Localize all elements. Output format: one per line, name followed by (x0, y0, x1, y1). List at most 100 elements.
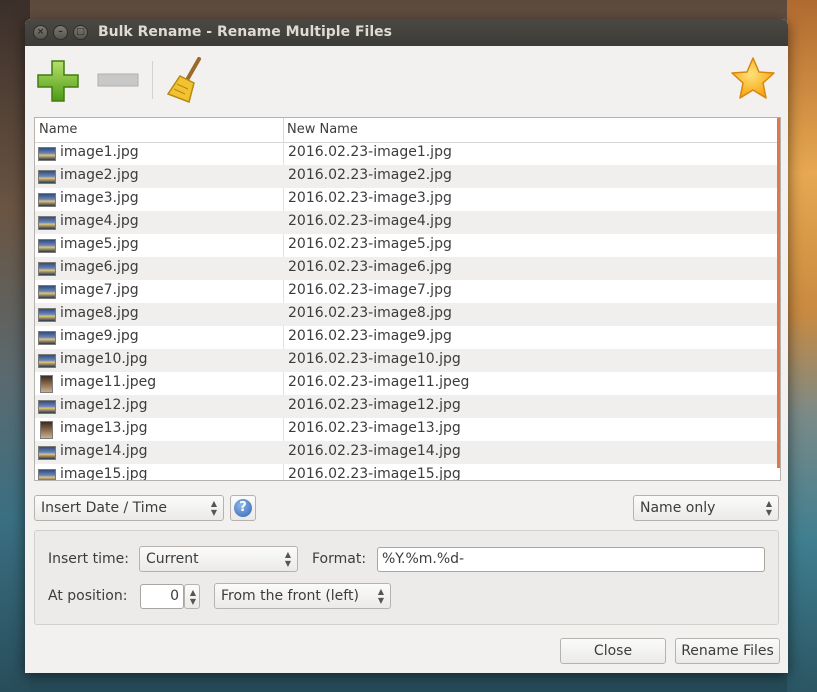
window-close-button[interactable]: × (33, 25, 48, 40)
new-file-name: 2016.02.23-image2.jpg (288, 167, 452, 183)
new-file-name: 2016.02.23-image14.jpg (288, 443, 461, 459)
file-name: image1.jpg (60, 144, 139, 160)
plus-icon[interactable] (37, 60, 79, 102)
table-row[interactable]: image5.jpg 2016.02.23-image5.jpg (35, 234, 777, 257)
updown-arrows-icon: ▲▼ (190, 588, 196, 606)
insert-time-value: Current (146, 551, 199, 567)
list-scrollbar[interactable] (777, 118, 780, 468)
table-row[interactable]: image13.jpg 2016.02.23-image13.jpg (35, 418, 777, 441)
table-row[interactable]: image14.jpg 2016.02.23-image14.jpg (35, 441, 777, 464)
format-label: Format: (312, 551, 366, 567)
new-file-name: 2016.02.23-image5.jpg (288, 236, 452, 252)
file-name: image7.jpg (60, 282, 139, 298)
list-header: Name New Name (35, 118, 777, 143)
close-button[interactable]: Close (560, 638, 666, 664)
insert-time-select[interactable]: Current ▲▼ (139, 546, 298, 572)
file-name: image5.jpg (60, 236, 139, 252)
table-row[interactable]: image3.jpg 2016.02.23-image3.jpg (35, 188, 777, 211)
image-thumbnail-icon (38, 308, 56, 322)
new-file-name: 2016.02.23-image15.jpg (288, 466, 461, 481)
rename-mode-value: Insert Date / Time (41, 500, 167, 516)
toolbar-separator (152, 61, 153, 99)
updown-arrows-icon: ▲▼ (211, 499, 217, 517)
table-row[interactable]: image12.jpg 2016.02.23-image12.jpg (35, 395, 777, 418)
image-thumbnail-icon (38, 147, 56, 161)
file-name: image13.jpg (60, 420, 148, 436)
window-title: Bulk Rename - Rename Multiple Files (98, 24, 392, 40)
window-maximize-button[interactable]: □ (73, 25, 88, 40)
table-row[interactable]: image1.jpg 2016.02.23-image1.jpg (35, 142, 777, 165)
new-file-name: 2016.02.23-image10.jpg (288, 351, 461, 367)
image-thumbnail-icon (38, 446, 56, 460)
format-input[interactable]: %Y.%m.%d- (377, 547, 765, 572)
image-thumbnail-icon (38, 170, 56, 184)
new-file-name: 2016.02.23-image8.jpg (288, 305, 452, 321)
rename-mode-select[interactable]: Insert Date / Time ▲▼ (34, 495, 224, 521)
options-panel: Insert time: Current ▲▼ Format: %Y.%m.%d… (34, 530, 779, 625)
image-thumbnail-icon (38, 354, 56, 368)
table-row[interactable]: image8.jpg 2016.02.23-image8.jpg (35, 303, 777, 326)
position-spin-input[interactable]: 0 (140, 584, 184, 609)
rename-files-button[interactable]: Rename Files (675, 638, 780, 664)
table-row[interactable]: image15.jpg2016.02.23-image15.jpg (35, 464, 777, 481)
new-file-name: 2016.02.23-image4.jpg (288, 213, 452, 229)
image-thumbnail-icon (38, 239, 56, 253)
image-thumbnail-icon (38, 469, 56, 481)
new-file-name: 2016.02.23-image13.jpg (288, 420, 461, 436)
new-file-name: 2016.02.23-image7.jpg (288, 282, 452, 298)
column-header-new-name[interactable]: New Name (287, 122, 358, 137)
scope-select[interactable]: Name only ▲▼ (633, 495, 779, 521)
image-thumbnail-icon (38, 193, 56, 207)
column-header-name[interactable]: Name (39, 122, 77, 137)
file-name: image6.jpg (60, 259, 139, 275)
minus-icon[interactable] (97, 71, 139, 89)
image-thumbnail-icon (38, 285, 56, 299)
updown-arrows-icon: ▲▼ (378, 587, 384, 605)
list-rows: image1.jpg 2016.02.23-image1.jpg image2.j… (35, 142, 777, 481)
file-list[interactable]: Name New Name image1.jpg 2016.02.23-image… (34, 117, 781, 481)
new-file-name: 2016.02.23-image6.jpg (288, 259, 452, 275)
new-file-name: 2016.02.23-image9.jpg (288, 328, 452, 344)
updown-arrows-icon: ▲▼ (285, 550, 291, 568)
image-thumbnail-icon (38, 331, 56, 345)
new-file-name: 2016.02.23-image11.jpeg (288, 374, 469, 390)
new-file-name: 2016.02.23-image1.jpg (288, 144, 452, 160)
column-divider (283, 118, 284, 142)
position-mode-value: From the front (left) (221, 588, 359, 604)
help-button[interactable]: ? (230, 495, 256, 521)
table-row[interactable]: image6.jpg 2016.02.23-image6.jpg (35, 257, 777, 280)
table-row[interactable]: image10.jpg2016.02.23-image10.jpg (35, 349, 777, 372)
table-row[interactable]: image4.jpg2016.02.23-image4.jpg (35, 211, 777, 234)
table-row[interactable]: image2.jpg 2016.02.23-image2.jpg (35, 165, 777, 188)
position-mode-select[interactable]: From the front (left) ▲▼ (214, 583, 391, 609)
file-name: image9.jpg (60, 328, 139, 344)
position-label: At position: (48, 588, 127, 604)
image-thumbnail-icon (38, 262, 56, 276)
question-icon: ? (234, 499, 252, 517)
table-row[interactable]: image11.jpeg 2016.02.23-image11.jpeg (35, 372, 777, 395)
file-name: image8.jpg (60, 305, 139, 321)
bulk-rename-window: × – □ Bulk Rename - Rename Multiple File… (25, 19, 788, 673)
image-thumbnail-icon (38, 216, 56, 230)
file-name: image11.jpeg (60, 374, 156, 390)
file-name: image2.jpg (60, 167, 139, 183)
updown-arrows-icon: ▲▼ (766, 499, 772, 517)
position-stepper[interactable]: ▲▼ (184, 584, 200, 609)
file-name: image12.jpg (60, 397, 148, 413)
toolbar (25, 46, 788, 110)
table-row[interactable]: image7.jpg 2016.02.23-image7.jpg (35, 280, 777, 303)
broom-icon[interactable] (165, 56, 209, 104)
file-name: image3.jpg (60, 190, 139, 206)
table-row[interactable]: image9.jpg 2016.02.23-image9.jpg (35, 326, 777, 349)
title-bar: × – □ Bulk Rename - Rename Multiple File… (25, 19, 788, 46)
insert-time-label: Insert time: (48, 551, 129, 567)
window-minimize-button[interactable]: – (53, 25, 68, 40)
new-file-name: 2016.02.23-image3.jpg (288, 190, 452, 206)
image-thumbnail-icon (40, 375, 53, 393)
new-file-name: 2016.02.23-image12.jpg (288, 397, 461, 413)
file-name: image14.jpg (60, 443, 148, 459)
desktop-background-right (787, 0, 817, 692)
image-thumbnail-icon (38, 400, 56, 414)
scope-value: Name only (640, 500, 715, 516)
star-icon[interactable] (729, 55, 777, 103)
